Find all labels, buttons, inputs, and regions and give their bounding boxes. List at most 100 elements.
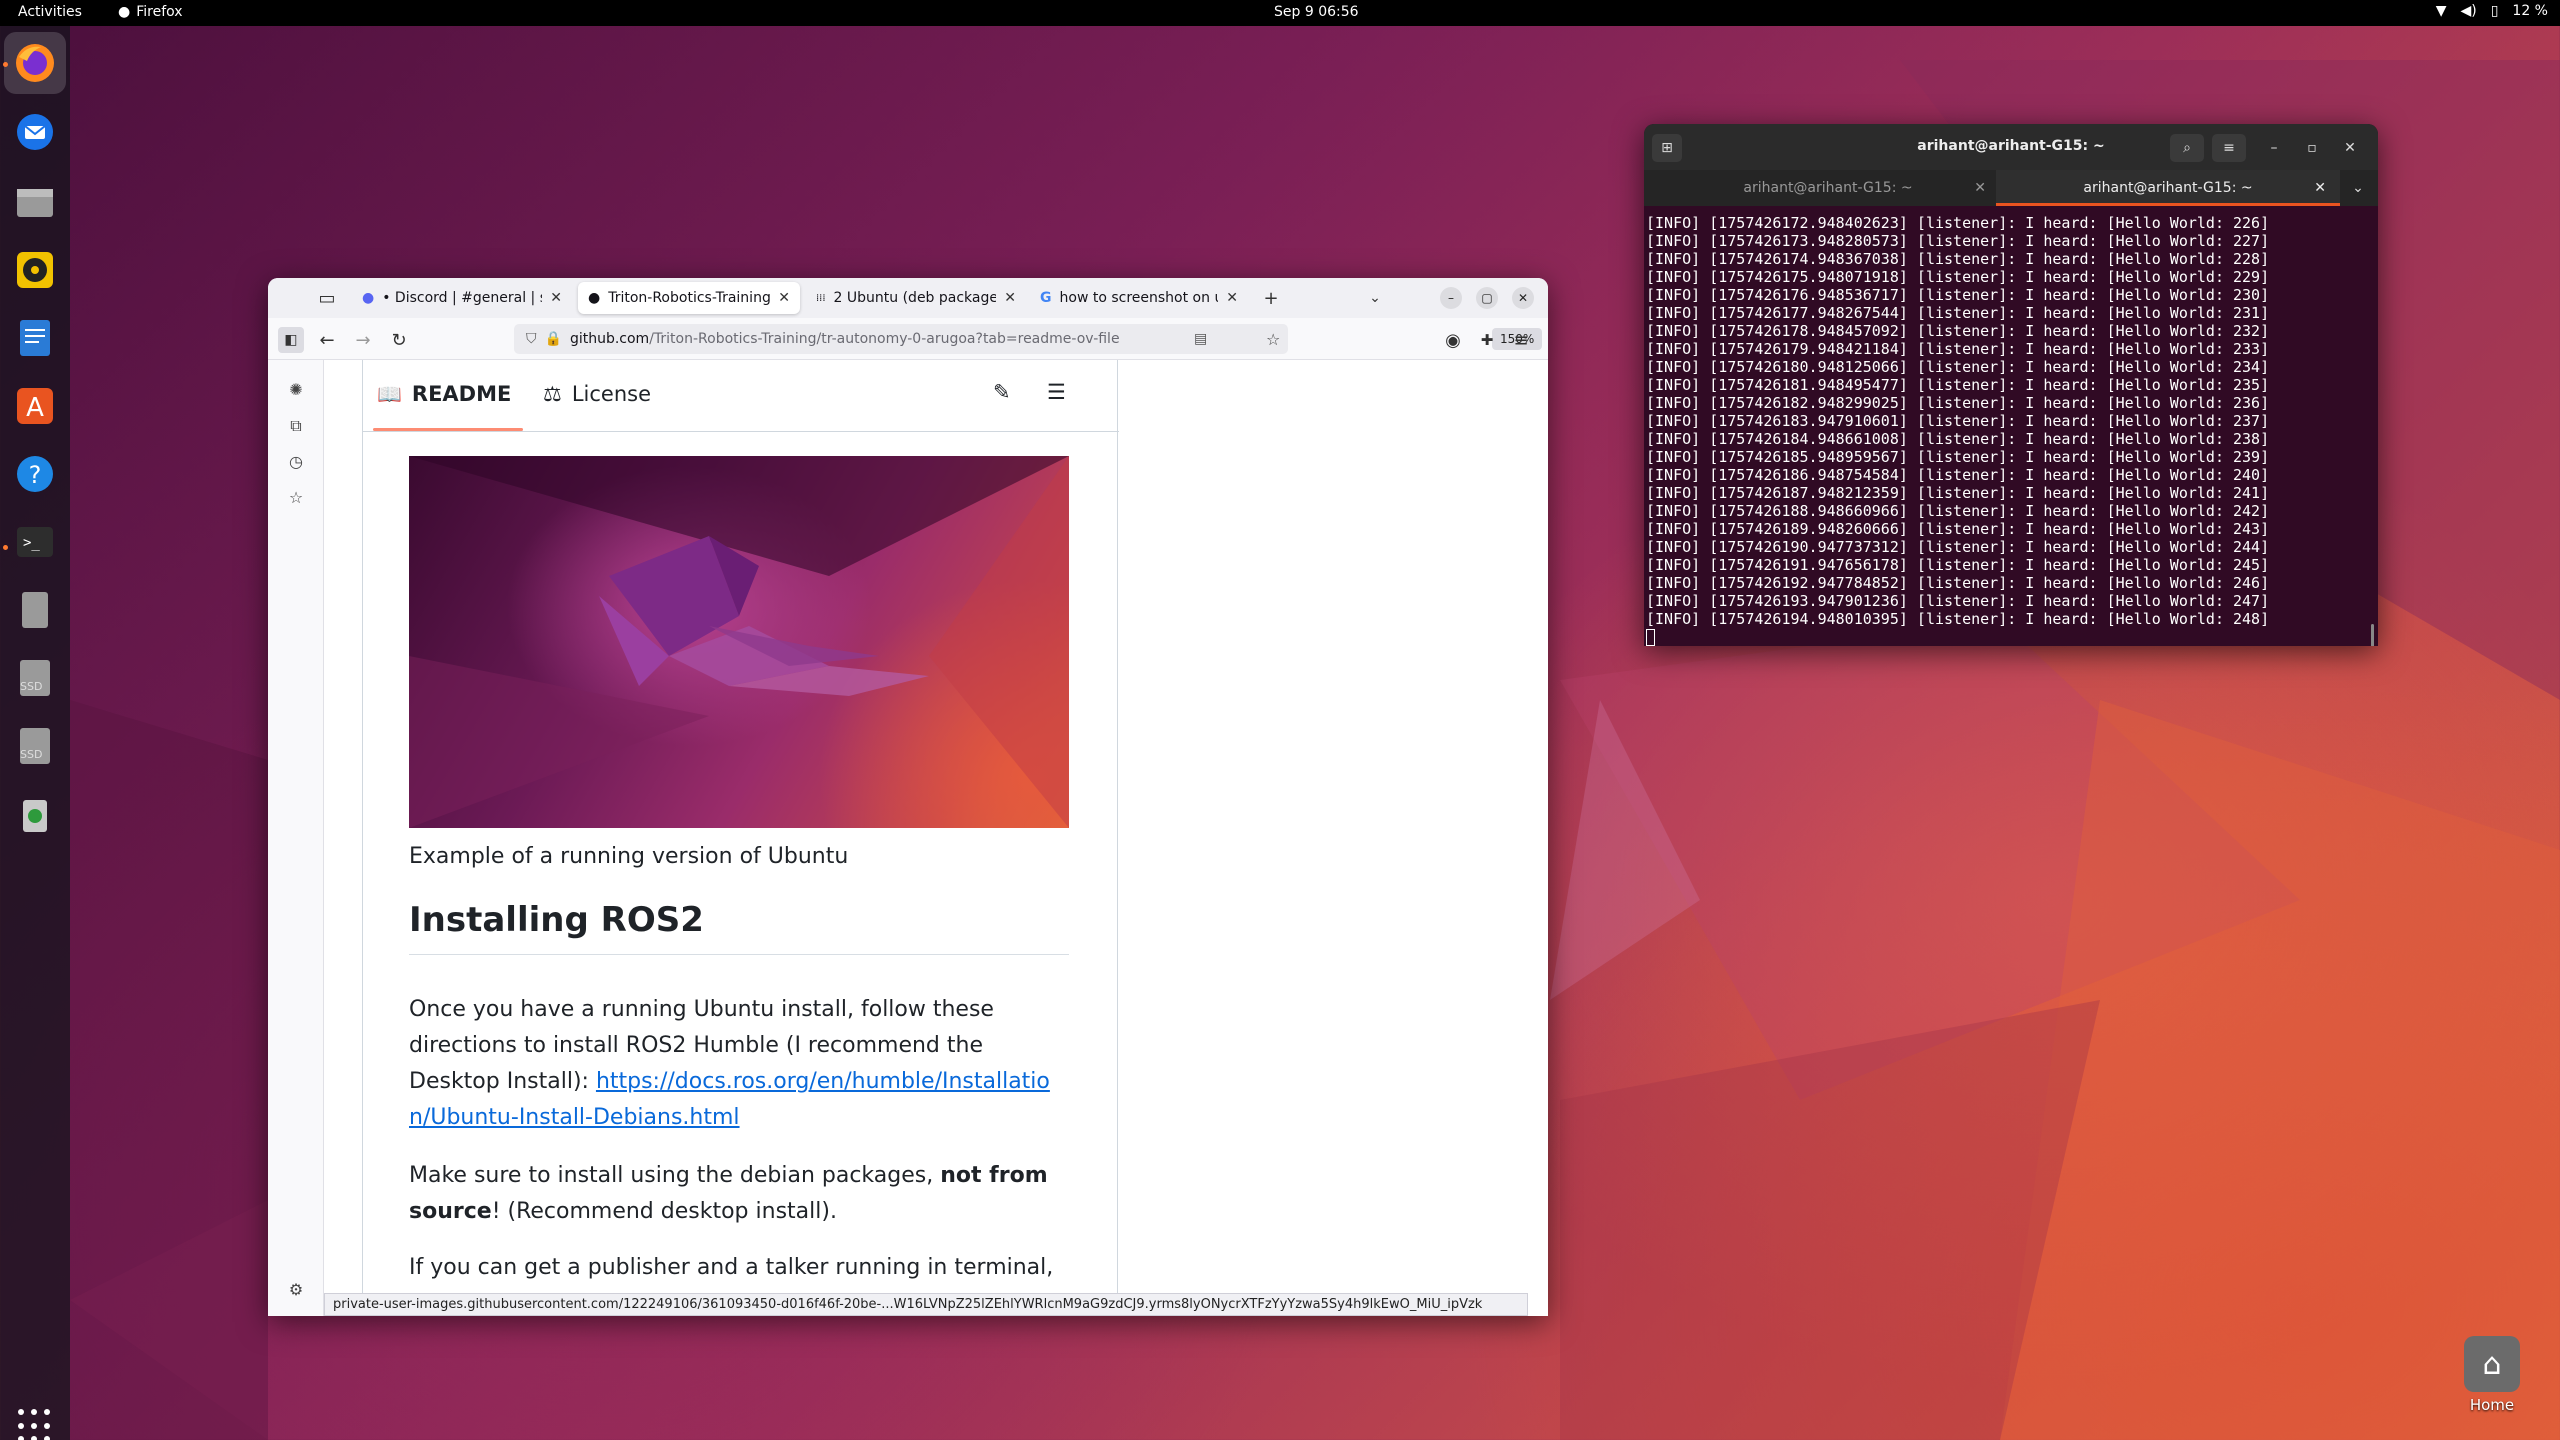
- tab-readme[interactable]: 📖 README: [377, 382, 511, 406]
- terminal-line: [INFO] [1757426183.947910601] [listener]…: [1646, 412, 2270, 430]
- close-tab-icon[interactable]: ✕: [778, 290, 790, 306]
- image-caption: Example of a running version of Ubuntu: [409, 844, 849, 869]
- tab-strip: ▭ ● • Discord | #general | sam ✕ ● Trito…: [268, 278, 1548, 318]
- synced-tabs-icon[interactable]: ⧉: [285, 416, 307, 438]
- minimize-icon[interactable]: –: [2262, 134, 2286, 162]
- back-icon[interactable]: ←: [314, 327, 340, 353]
- firefox-icon[interactable]: [4, 32, 66, 94]
- lock-icon[interactable]: 🔒: [545, 331, 562, 347]
- sidebar-settings-icon[interactable]: ⚙: [285, 1280, 307, 1302]
- tab-ubuntu-packages[interactable]: ⁞⁞⁞ 2 Ubuntu (deb packages) — ✕: [806, 282, 1026, 314]
- url-path: /Triton-Robotics-Training/tr-autonomy-0-…: [649, 331, 1120, 347]
- ssd-icon[interactable]: SSD: [11, 722, 59, 770]
- new-tab-icon[interactable]: +: [1258, 285, 1284, 311]
- tab-github[interactable]: ● Triton-Robotics-Training/ ✕: [578, 282, 800, 314]
- account-icon[interactable]: ◉: [1440, 327, 1466, 353]
- tabs-dropdown-icon[interactable]: ⌄: [2346, 174, 2370, 202]
- running-indicator: [3, 62, 8, 67]
- home-folder-label[interactable]: Home: [2452, 1396, 2532, 1414]
- files-icon[interactable]: [11, 178, 59, 226]
- ssd-icon[interactable]: SSD: [11, 654, 59, 702]
- close-tab-icon[interactable]: ✕: [1004, 290, 1016, 306]
- tab-license[interactable]: ⚖ License: [543, 382, 651, 406]
- paragraph-install: Once you have a running Ubuntu install, …: [409, 997, 1050, 1130]
- running-indicator: [3, 545, 8, 550]
- thunderbird-icon[interactable]: [11, 108, 59, 156]
- tab-discord[interactable]: ● • Discord | #general | sam ✕: [352, 282, 572, 314]
- close-window-icon[interactable]: ✕: [2338, 134, 2362, 162]
- tab-google-search[interactable]: G how to screenshot on ub ✕: [1030, 282, 1248, 314]
- tracking-protection-icon[interactable]: ⛉: [526, 331, 537, 347]
- drive-icon[interactable]: [11, 586, 59, 634]
- terminal-output[interactable]: [INFO] [1757426172.948402623] [listener]…: [1644, 214, 2378, 646]
- app-menu[interactable]: ● Firefox: [118, 4, 183, 20]
- terminal-line: [INFO] [1757426188.948660966] [listener]…: [1646, 502, 2270, 520]
- terminal-icon[interactable]: >_: [11, 518, 59, 566]
- terminal-scrollbar[interactable]: [2371, 624, 2374, 646]
- bookmarks-icon[interactable]: ☆: [285, 488, 307, 510]
- tab-list-icon[interactable]: ▭: [314, 285, 340, 311]
- rhythmbox-icon[interactable]: [11, 246, 59, 294]
- ubuntu-screenshot-image: [409, 456, 1069, 828]
- terminal-line: [INFO] [1757426172.948402623] [listener]…: [1646, 214, 2270, 232]
- url-host: github.com: [569, 331, 650, 347]
- show-apps-grid-icon[interactable]: [18, 1409, 52, 1440]
- terminal-line: [INFO] [1757426185.948959567] [listener]…: [1646, 448, 2270, 466]
- terminal-tab-1[interactable]: arihant@arihant-G15: ~ ✕: [1656, 170, 2000, 206]
- terminal-line: [INFO] [1757426190.947737312] [listener]…: [1646, 538, 2270, 556]
- terminal-line: [INFO] [1757426192.947784852] [listener]…: [1646, 574, 2270, 592]
- paragraph-debian: Make sure to install using the debian pa…: [409, 1163, 1048, 1224]
- menu-icon[interactable]: ≡: [1508, 327, 1534, 353]
- terminal-line: [INFO] [1757426174.948367038] [listener]…: [1646, 250, 2270, 268]
- terminal-line: [INFO] [1757426177.948267544] [listener]…: [1646, 304, 2270, 322]
- terminal-line: [INFO] [1757426186.948754584] [listener]…: [1646, 466, 2270, 484]
- clock[interactable]: Sep 9 06:56: [1274, 4, 1359, 20]
- outline-list-icon[interactable]: ☰: [1047, 380, 1066, 404]
- hamburger-menu-icon[interactable]: ≡: [2212, 134, 2246, 162]
- url-bar[interactable]: ⛉ 🔒 github.com/Triton-Robotics-Training/…: [514, 324, 1543, 354]
- ai-chatbot-icon[interactable]: ✺: [285, 380, 307, 402]
- close-tab-icon[interactable]: ✕: [2314, 170, 2326, 206]
- minimize-icon[interactable]: –: [1440, 287, 1462, 309]
- sidebar-toggle-icon[interactable]: ◧: [278, 327, 304, 353]
- reload-icon[interactable]: ↻: [386, 327, 412, 353]
- maximize-icon[interactable]: ▢: [1476, 287, 1498, 309]
- active-tab-underline: [373, 428, 523, 431]
- close-tab-icon[interactable]: ✕: [1226, 290, 1238, 306]
- terminal-line: [INFO] [1757426193.947901236] [listener]…: [1646, 592, 2270, 610]
- trash-icon[interactable]: [11, 790, 59, 838]
- maximize-icon[interactable]: ▫: [2300, 134, 2324, 162]
- section-heading: Installing ROS2: [409, 900, 1069, 955]
- help-icon[interactable]: ?: [11, 450, 59, 498]
- navigation-toolbar: ◧ ← → ↻ ⛉ 🔒 github.com/Triton-Robotics-T…: [268, 318, 1548, 360]
- search-icon[interactable]: ⌕: [2170, 134, 2204, 162]
- terminal-line: [INFO] [1757426178.948457092] [listener]…: [1646, 322, 2270, 340]
- forward-icon[interactable]: →: [350, 327, 376, 353]
- ssd-label: SSD: [20, 748, 43, 761]
- app-center-icon[interactable]: A: [11, 382, 59, 430]
- terminal-tabs: arihant@arihant-G15: ~ ✕ arihant@arihant…: [1644, 170, 2378, 206]
- law-icon: ⚖: [543, 382, 562, 406]
- terminal-tab-2[interactable]: arihant@arihant-G15: ~ ✕: [1996, 170, 2340, 206]
- writer-icon[interactable]: [11, 314, 59, 362]
- terminal-line: [INFO] [1757426182.948299025] [listener]…: [1646, 394, 2270, 412]
- wifi-icon: ▼: [2435, 3, 2447, 19]
- close-tab-icon[interactable]: ✕: [550, 290, 562, 306]
- list-all-tabs-icon[interactable]: ⌄: [1362, 285, 1388, 311]
- edit-pencil-icon[interactable]: ✎: [993, 380, 1011, 404]
- extensions-icon[interactable]: ✚: [1474, 327, 1500, 353]
- battery-icon: ▯: [2490, 3, 2499, 19]
- reader-view-icon[interactable]: ▤: [1194, 331, 1207, 347]
- close-tab-icon[interactable]: ✕: [1974, 170, 1986, 206]
- terminal-line: [INFO] [1757426187.948212359] [listener]…: [1646, 484, 2270, 502]
- history-icon[interactable]: ◷: [285, 452, 307, 474]
- terminal-line: [INFO] [1757426179.948421184] [listener]…: [1646, 340, 2270, 358]
- system-tray[interactable]: ▼ ◀) ▯ 12 %: [2436, 3, 2548, 19]
- close-window-icon[interactable]: ✕: [1512, 287, 1534, 309]
- terminal-line: [INFO] [1757426180.948125066] [listener]…: [1646, 358, 2270, 376]
- svg-text:?: ?: [29, 461, 42, 489]
- activities-button[interactable]: Activities: [18, 4, 82, 20]
- firefox-small-icon: ●: [118, 4, 131, 20]
- bookmark-star-icon[interactable]: ☆: [1266, 330, 1280, 349]
- home-folder-icon[interactable]: ⌂: [2464, 1336, 2520, 1392]
